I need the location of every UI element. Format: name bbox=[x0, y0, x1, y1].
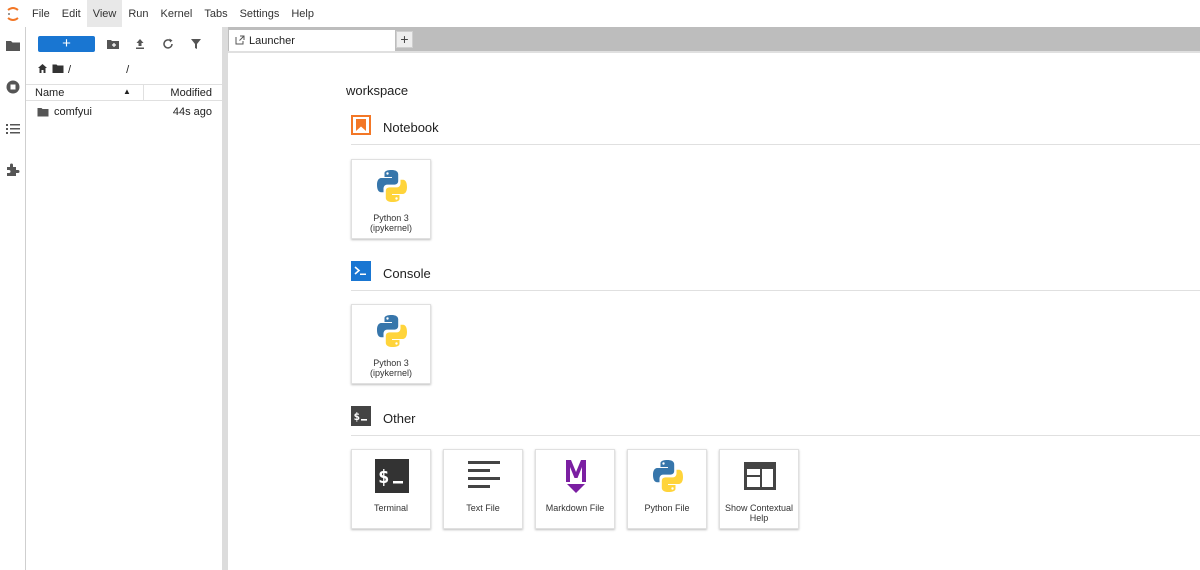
card-label: Python File bbox=[644, 503, 690, 513]
python-logo-icon bbox=[372, 166, 412, 206]
folder-icon[interactable] bbox=[5, 38, 21, 54]
menu-help[interactable]: Help bbox=[285, 0, 320, 27]
file-name: comfyui bbox=[54, 106, 92, 118]
menu-tabs[interactable]: Tabs bbox=[198, 0, 233, 27]
launcher-cwd: workspace bbox=[346, 83, 409, 98]
python-logo-icon bbox=[372, 311, 412, 351]
markdown-icon bbox=[556, 456, 596, 496]
section-divider bbox=[351, 290, 1200, 291]
breadcrumb-sep-1[interactable]: / bbox=[68, 64, 71, 76]
other-section-label: Other bbox=[383, 410, 416, 426]
svg-text:$: $ bbox=[354, 410, 361, 423]
notebook-section-icon bbox=[351, 114, 371, 140]
upload-icon[interactable] bbox=[133, 37, 147, 51]
section-other-title: $ Other bbox=[351, 405, 416, 431]
file-modified: 44s ago bbox=[172, 106, 212, 118]
menubar: File Edit View Run Kernel Tabs Settings … bbox=[0, 0, 1200, 27]
add-tab-button[interactable]: + bbox=[396, 31, 413, 48]
column-name-header[interactable]: Name bbox=[35, 87, 64, 99]
menu-edit[interactable]: Edit bbox=[56, 0, 87, 27]
console-python3-card[interactable]: Python 3 (ipykernel) bbox=[351, 304, 431, 384]
new-folder-icon[interactable] bbox=[106, 37, 120, 51]
file-list-item[interactable]: comfyui 44s ago bbox=[26, 104, 222, 121]
notebook-python3-card[interactable]: Python 3 (ipykernel) bbox=[351, 159, 431, 239]
python-logo-icon bbox=[648, 456, 688, 496]
terminal-icon: $ bbox=[372, 456, 412, 496]
tab-bar: Launcher + bbox=[228, 27, 1200, 51]
terminal-card[interactable]: $ Terminal bbox=[351, 449, 431, 529]
menu-file[interactable]: File bbox=[26, 0, 56, 27]
file-list-header: Name ▲ Modified bbox=[26, 84, 222, 101]
svg-text:$: $ bbox=[378, 466, 389, 488]
notebook-section-label: Notebook bbox=[383, 119, 439, 135]
python-file-card[interactable]: Python File bbox=[627, 449, 707, 529]
left-activity-bar bbox=[0, 27, 26, 570]
tab-launcher-label: Launcher bbox=[249, 35, 295, 47]
folder-icon bbox=[37, 107, 49, 120]
section-notebook-title: Notebook bbox=[351, 114, 439, 140]
sort-ascending-icon[interactable]: ▲ bbox=[123, 87, 131, 96]
new-launcher-button[interactable]: + bbox=[38, 36, 95, 52]
text-file-card[interactable]: Text File bbox=[443, 449, 523, 529]
contextual-help-card[interactable]: Show Contextual Help bbox=[719, 449, 799, 529]
breadcrumb-folder-icon[interactable] bbox=[52, 63, 64, 77]
refresh-icon[interactable] bbox=[161, 37, 175, 51]
console-section-icon bbox=[351, 260, 371, 286]
extension-icon[interactable] bbox=[5, 162, 21, 178]
console-section-label: Console bbox=[383, 265, 431, 281]
breadcrumb-sep-2[interactable]: / bbox=[126, 64, 129, 76]
column-divider[interactable] bbox=[143, 85, 144, 101]
text-file-icon bbox=[464, 456, 504, 496]
jupyter-logo-icon[interactable] bbox=[0, 0, 26, 27]
section-divider bbox=[351, 435, 1200, 436]
file-browser-toolbar: + bbox=[26, 34, 222, 54]
menu-run[interactable]: Run bbox=[122, 0, 154, 27]
running-icon[interactable] bbox=[5, 79, 21, 95]
toc-icon[interactable] bbox=[5, 121, 21, 137]
home-icon[interactable] bbox=[37, 63, 48, 77]
column-modified-header[interactable]: Modified bbox=[170, 87, 212, 99]
menu-settings[interactable]: Settings bbox=[234, 0, 286, 27]
card-label: Terminal bbox=[373, 503, 408, 513]
card-label: Text File bbox=[466, 503, 500, 513]
launcher-tab-icon bbox=[235, 35, 245, 48]
card-label: Show Contextual Help bbox=[724, 503, 794, 523]
file-browser-panel: + / / Name ▲ Modified comfyui 44s ago bbox=[26, 27, 222, 570]
card-label: Markdown File bbox=[545, 503, 605, 513]
tab-launcher[interactable]: Launcher bbox=[228, 29, 396, 51]
card-label: Python 3 (ipykernel) bbox=[369, 213, 412, 233]
card-label: Python 3 (ipykernel) bbox=[369, 358, 412, 378]
other-section-icon: $ bbox=[351, 405, 371, 431]
launcher-panel: workspace Notebook Python 3 (ipykernel) … bbox=[228, 53, 1200, 570]
menu-kernel[interactable]: Kernel bbox=[155, 0, 199, 27]
section-console-title: Console bbox=[351, 260, 431, 286]
markdown-file-card[interactable]: Markdown File bbox=[535, 449, 615, 529]
section-divider bbox=[351, 144, 1200, 145]
menu-view[interactable]: View bbox=[86, 0, 123, 27]
breadcrumb: / / bbox=[37, 63, 129, 77]
contextual-help-icon bbox=[740, 456, 780, 496]
filter-icon[interactable] bbox=[189, 37, 203, 51]
